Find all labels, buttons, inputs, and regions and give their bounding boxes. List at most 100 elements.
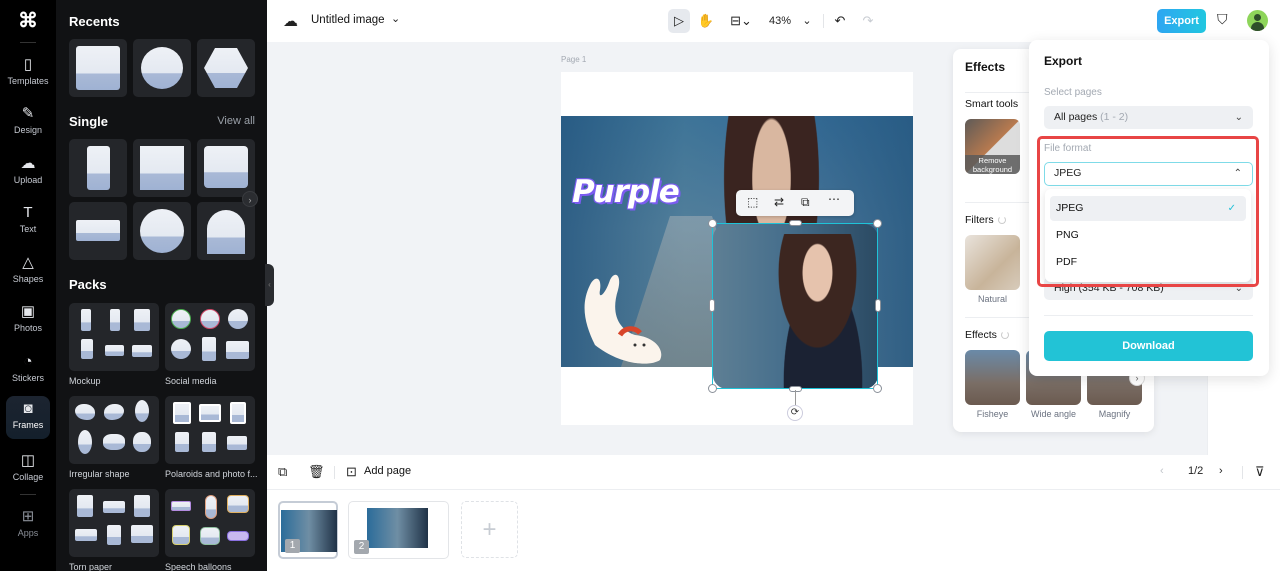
cloud-saved-icon: ☁	[283, 13, 298, 30]
rail-item-frames[interactable]: ◙ Frames	[6, 396, 50, 439]
frame-recent-hexagon[interactable]	[197, 39, 255, 97]
smart-tools-heading: Smart tools	[965, 98, 1019, 110]
zoom-dropdown-icon[interactable]: ⌄	[799, 9, 815, 33]
design-icon: ✎	[21, 105, 35, 122]
duplicate-page-icon[interactable]: ⧉	[278, 464, 287, 480]
page-toolbar: ⧉ 🗑 ⊡ Add page ‹ 1/2 › ⊽	[267, 455, 1280, 490]
page-thumbnails: 1 2 +	[267, 490, 1280, 571]
rotate-handle-icon[interactable]: ⟳	[787, 405, 803, 421]
user-avatar[interactable]	[1247, 10, 1268, 31]
frames-icon: ◙	[23, 400, 33, 417]
delete-page-icon[interactable]: 🗑	[308, 464, 325, 480]
capcut-logo-icon[interactable]: ⌘	[16, 10, 40, 32]
resize-handle-top-right[interactable]	[873, 219, 882, 228]
frame-recent-circle[interactable]	[133, 39, 191, 97]
stickers-icon: ◔	[23, 353, 33, 370]
frame-single-square[interactable]	[133, 139, 191, 197]
frame-single-portrait[interactable]	[69, 139, 127, 197]
duplicate-icon[interactable]: ⧉	[801, 195, 810, 210]
divider	[1242, 466, 1243, 479]
next-page-button[interactable]: ›	[1219, 465, 1223, 477]
rail-item-design[interactable]: ✎ Design	[6, 101, 50, 145]
present-icon[interactable]: ⊽	[1255, 464, 1265, 480]
view-all-link[interactable]: View all	[217, 115, 255, 127]
more-options-icon[interactable]: ⋯	[828, 192, 840, 206]
select-pages-dropdown[interactable]: All pages (1 - 2) ⌄	[1044, 106, 1253, 129]
pack-mockup[interactable]	[69, 303, 159, 371]
chevron-down-icon[interactable]: ⌄	[391, 12, 400, 25]
filter-label: Natural	[977, 294, 1007, 304]
photos-icon: ▣	[20, 303, 36, 320]
pack-torn-paper[interactable]	[69, 489, 159, 557]
divider	[20, 494, 36, 495]
frames-panel: Recents Single View all › Packs Mockup S…	[56, 0, 267, 571]
frame-single-wide[interactable]	[69, 202, 127, 260]
download-button[interactable]: Download	[1044, 331, 1253, 361]
cat-sticker[interactable]	[580, 265, 670, 367]
rail-item-stickers[interactable]: ◔ Stickers	[6, 349, 50, 393]
single-heading: Single	[69, 114, 109, 129]
pack-social-media[interactable]	[165, 303, 255, 371]
page-label: Page 1	[561, 55, 587, 64]
add-page-icon[interactable]: ⊡	[346, 464, 357, 480]
resize-handle-top[interactable]	[789, 220, 802, 226]
filters-heading: Filters	[965, 214, 1006, 226]
export-title: Export	[1044, 54, 1083, 68]
layout-menu-button[interactable]: ⊟⌄	[726, 9, 756, 33]
collapse-panel-handle[interactable]: ‹	[265, 264, 274, 306]
page-thumbnail-2[interactable]: 2	[348, 501, 449, 559]
pack-polaroids[interactable]	[165, 396, 255, 464]
frame-single-arch[interactable]	[197, 202, 255, 260]
prev-page-button[interactable]: ‹	[1160, 465, 1164, 477]
frame-recent-square[interactable]	[69, 39, 127, 97]
app: ⌘ ▯ Templates ✎ Design ☁ Upload T Text △ Shap…	[0, 0, 1280, 571]
shield-check-icon[interactable]: ⛉	[1217, 11, 1228, 28]
effect-label: Wide angle	[1030, 409, 1077, 419]
rotate-line	[795, 390, 796, 405]
hand-tool-button[interactable]: ✋	[697, 9, 715, 33]
redo-button[interactable]: ↷	[860, 9, 876, 33]
text-element-purple[interactable]: Purple	[572, 174, 680, 210]
loading-icon	[997, 216, 1006, 224]
collage-icon: ◫	[20, 452, 36, 469]
chevron-down-icon: ⌄	[1234, 112, 1243, 123]
rail-item-shapes[interactable]: △ Shapes	[6, 250, 50, 294]
pack-label: Irregular shape	[69, 469, 130, 479]
selection-box	[712, 223, 878, 389]
scroll-right-button[interactable]: ›	[242, 191, 258, 207]
smart-crop-icon[interactable]: ⬚	[747, 195, 758, 209]
rail-item-photos[interactable]: ▣ Photos	[6, 299, 50, 343]
zoom-level[interactable]: 43%	[767, 9, 793, 33]
export-button[interactable]: Export	[1157, 9, 1206, 33]
undo-button[interactable]: ↶	[832, 9, 848, 33]
pack-irregular-shape[interactable]	[69, 396, 159, 464]
resize-handle-bottom-left[interactable]	[708, 384, 717, 393]
recents-heading: Recents	[69, 14, 120, 29]
effect-fisheye[interactable]	[965, 350, 1020, 405]
filter-natural[interactable]	[965, 235, 1020, 290]
left-rail: ⌘ ▯ Templates ✎ Design ☁ Upload T Text △ Shap…	[0, 0, 56, 571]
shapes-icon: △	[22, 254, 34, 271]
divider	[1044, 315, 1253, 316]
select-tool-button[interactable]: ▷	[668, 9, 690, 33]
rail-item-upload[interactable]: ☁ Upload	[6, 151, 50, 195]
pack-label: Speech balloons	[165, 562, 232, 571]
rail-item-text[interactable]: T Text	[6, 200, 50, 244]
pack-speech-balloons[interactable]	[165, 489, 255, 557]
add-page-button[interactable]: Add page	[364, 465, 411, 477]
resize-handle-top-left[interactable]	[708, 219, 717, 228]
rail-item-collage[interactable]: ◫ Collage	[6, 448, 50, 492]
frame-single-circle[interactable]	[133, 202, 191, 260]
page-number: 2	[354, 540, 369, 554]
page-thumbnail-1[interactable]: 1	[278, 501, 338, 559]
rail-item-apps[interactable]: ⊞ Apps	[6, 504, 50, 548]
add-page-thumbnail-button[interactable]: +	[461, 501, 518, 558]
rail-item-templates[interactable]: ▯ Templates	[6, 52, 50, 96]
document-title[interactable]: Untitled image	[311, 14, 385, 26]
frame-single-rounded[interactable]	[197, 139, 255, 197]
resize-handle-left[interactable]	[709, 299, 715, 312]
resize-handle-right[interactable]	[875, 299, 881, 312]
replace-icon[interactable]: ⇄	[774, 195, 784, 209]
resize-handle-bottom-right[interactable]	[873, 384, 882, 393]
remove-background-tool[interactable]: Remove background	[965, 119, 1020, 174]
